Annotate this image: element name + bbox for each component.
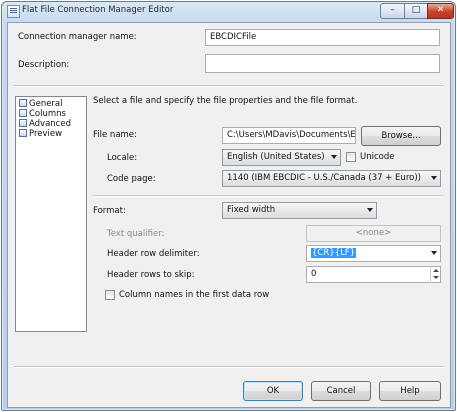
- nav-item-label: Preview: [29, 129, 63, 139]
- column-names-checkbox[interactable]: [105, 290, 115, 300]
- header-rows-skip-label: Header rows to skip:: [107, 270, 195, 280]
- help-button[interactable]: Help: [379, 381, 441, 401]
- chevron-down-icon: [331, 155, 337, 159]
- format-separator: [92, 195, 444, 197]
- page-navigation: General Columns Advanced Preview: [15, 96, 87, 332]
- file-name-label: File name:: [93, 130, 137, 140]
- advanced-page-icon: [19, 119, 27, 127]
- top-separator: [14, 85, 444, 87]
- header-row-delimiter-label: Header row delimiter:: [107, 249, 200, 259]
- cancel-button[interactable]: Cancel: [311, 381, 371, 401]
- instruction-text: Select a file and specify the file prope…: [93, 96, 358, 106]
- dialog-window: Flat File Connection Manager Editor – □ …: [1, 1, 456, 411]
- header-rows-skip-value: 0: [311, 269, 317, 279]
- chevron-down-icon: [367, 208, 373, 212]
- locale-value: English (United States): [227, 152, 325, 162]
- nav-item-preview[interactable]: Preview: [19, 129, 62, 140]
- spinner-buttons[interactable]: [430, 266, 440, 283]
- format-select[interactable]: Fixed width: [222, 202, 377, 219]
- nav-item-label: Columns: [29, 109, 66, 119]
- nav-item-label: General: [29, 99, 63, 109]
- file-name-input[interactable]: C:\Users\MDavis\Documents\EBCDIC\: [222, 127, 356, 144]
- minimize-button[interactable]: –: [380, 3, 405, 19]
- window-title: Flat File Connection Manager Editor: [22, 5, 174, 15]
- description-label: Description:: [18, 60, 70, 70]
- code-page-value: 1140 (IBM EBCDIC - U.S./Canada (37 + Eur…: [227, 173, 421, 183]
- text-qualifier-label: Text qualifier:: [107, 229, 165, 239]
- connection-name-input[interactable]: EBCDICFile: [205, 29, 440, 46]
- title-bar[interactable]: Flat File Connection Manager Editor – □ …: [2, 2, 455, 20]
- columns-page-icon: [19, 109, 27, 117]
- header-row-delimiter-select[interactable]: {CR}{LF}: [306, 245, 441, 262]
- locale-select[interactable]: English (United States): [222, 149, 341, 166]
- app-icon: [7, 5, 20, 18]
- description-input[interactable]: [205, 54, 440, 73]
- bottom-separator: [14, 366, 444, 368]
- spin-down-icon[interactable]: [433, 276, 439, 279]
- header-row-delimiter-value: {CR}{LF}: [311, 248, 357, 258]
- column-names-label: Column names in the first data row: [119, 290, 270, 300]
- spin-up-icon[interactable]: [433, 269, 439, 272]
- unicode-checkbox[interactable]: [346, 152, 356, 162]
- unicode-label: Unicode: [360, 152, 395, 162]
- connection-name-label: Connection manager name:: [18, 32, 137, 42]
- ok-button[interactable]: OK: [243, 381, 303, 401]
- chevron-down-icon: [431, 251, 437, 255]
- code-page-select[interactable]: 1140 (IBM EBCDIC - U.S./Canada (37 + Eur…: [222, 170, 441, 187]
- chevron-down-icon: [431, 176, 437, 180]
- format-label: Format:: [93, 206, 126, 216]
- close-button[interactable]: ✕: [427, 3, 454, 19]
- nav-item-label: Advanced: [29, 119, 71, 129]
- general-page-icon: [19, 99, 27, 107]
- format-value: Fixed width: [227, 205, 276, 215]
- header-rows-skip-stepper[interactable]: 0: [306, 266, 441, 283]
- text-qualifier-input: <none>: [306, 225, 441, 242]
- browse-button[interactable]: Browse...: [361, 126, 441, 146]
- code-page-label: Code page:: [107, 174, 156, 184]
- preview-page-icon: [19, 129, 27, 137]
- dialog-client: Connection manager name: EBCDICFile Desc…: [7, 22, 451, 408]
- locale-label: Locale:: [107, 153, 138, 163]
- maximize-button[interactable]: □: [404, 3, 428, 19]
